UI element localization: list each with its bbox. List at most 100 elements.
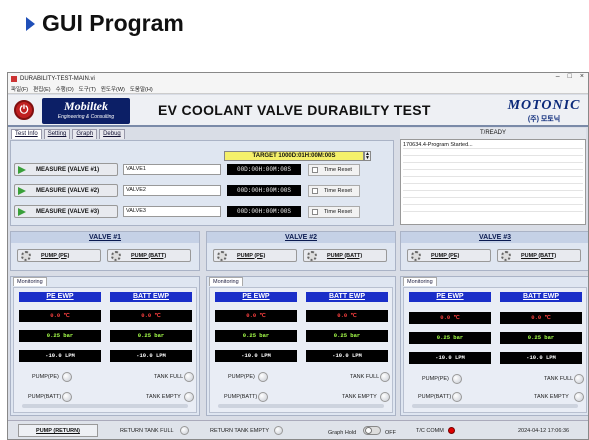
monitoring-content: PE EWP BATT EWP 0.0 ℃ 0.0 ℃ 0.25 bar 0.2… xyxy=(13,287,197,413)
gear-icon xyxy=(111,250,121,261)
pump-label: PUMP (PE) xyxy=(237,252,266,259)
menu-operate[interactable]: 수행(O) xyxy=(56,85,74,93)
horizontal-scrollbar[interactable] xyxy=(22,404,188,408)
menu-tools[interactable]: 도구(T) xyxy=(79,85,96,93)
gear-icon xyxy=(307,250,317,261)
valve-2-name-input[interactable]: VALVE2 xyxy=(123,185,221,196)
batt-temp-display: 0.0 ℃ xyxy=(500,312,582,324)
return-tank-empty-label: RETURN TANK EMPTY xyxy=(210,428,270,434)
tab-monitoring[interactable]: Monitoring xyxy=(209,277,243,286)
measure-valve-3-button[interactable]: MEASURE (VALVE #3) xyxy=(14,205,118,218)
window-title: DURABILITY-TEST-MAIN.vi xyxy=(20,75,95,82)
pump-return-button[interactable]: PUMP (RETURN) xyxy=(18,424,98,437)
close-icon[interactable]: × xyxy=(580,73,584,80)
target-spinner[interactable]: ▲ ▼ xyxy=(364,151,371,161)
tank-full-led xyxy=(184,372,194,382)
pump-pe-led xyxy=(452,374,462,384)
log-line-empty xyxy=(403,170,583,177)
header-banner: ⏻ Mobiltek Engineering & Consulting EV C… xyxy=(8,95,588,127)
brand-right-sub: (주) 모토닉 xyxy=(527,116,561,123)
valve-2-monitoring-panel: Monitoring PE EWP BATT EWP 0.0 ℃ 0.0 ℃ 0… xyxy=(206,276,396,416)
graph-hold-toggle[interactable] xyxy=(363,426,381,435)
valve-3-pump-batt-button[interactable]: PUMP (BATT) xyxy=(497,249,581,262)
measure-label: MEASURE (VALVE #1) xyxy=(36,166,100,173)
toggle-knob xyxy=(365,427,372,434)
pump-pe-led xyxy=(62,372,72,382)
bullet-triangle-icon xyxy=(26,16,35,31)
valve-2-title: VALVE #2 xyxy=(207,232,395,243)
pe-pressure-display: 0.25 bar xyxy=(409,332,491,344)
valve-2-pump-batt-button[interactable]: PUMP (BATT) xyxy=(303,249,387,262)
return-tank-full-label: RETURN TANK FULL xyxy=(120,428,174,434)
tab-monitoring[interactable]: Monitoring xyxy=(13,277,47,286)
tank-empty-led xyxy=(574,392,584,402)
window-titlebar: DURABILITY-TEST-MAIN.vi – □ × xyxy=(8,73,588,84)
brand-left-sub: Engineering & Consulting xyxy=(57,114,115,120)
datetime-display: 2024-04-12 17:06:36 xyxy=(518,428,570,434)
pump-batt-led xyxy=(452,392,462,402)
valve-2-time-reset-button[interactable]: Time Reset xyxy=(308,185,360,197)
pe-flow-display: -10.0 LPM xyxy=(215,350,297,362)
tank-empty-indicator-label: TANK EMPTY xyxy=(342,394,377,400)
log-line-empty xyxy=(403,191,583,198)
log-line-empty xyxy=(403,163,583,170)
valve-1-name-input[interactable]: VALVE1 xyxy=(123,164,221,175)
pump-label: PUMP (BATT) xyxy=(131,252,167,259)
batt-flow-display: -10.0 LPM xyxy=(306,350,388,362)
tab-test-info[interactable]: Test Info xyxy=(11,129,42,139)
minimize-icon[interactable]: – xyxy=(556,73,560,80)
log-line-empty xyxy=(403,205,583,212)
horizontal-scrollbar[interactable] xyxy=(218,404,384,408)
bottom-status-bar: PUMP (RETURN) RETURN TANK FULL RETURN TA… xyxy=(8,420,588,439)
play-arrow-icon xyxy=(18,165,26,174)
tab-setting[interactable]: Setting xyxy=(43,129,71,139)
valve-3-title: VALVE #3 xyxy=(401,232,588,243)
tab-monitoring[interactable]: Monitoring xyxy=(403,277,437,286)
pump-label: PUMP (PE) xyxy=(41,252,70,259)
checkbox-icon xyxy=(312,188,318,194)
valve-3-time-reset-button[interactable]: Time Reset xyxy=(308,206,360,218)
measure-valve-2-button[interactable]: MEASURE (VALVE #2) xyxy=(14,184,118,197)
gear-icon xyxy=(217,250,227,261)
menu-window[interactable]: 윈도우(W) xyxy=(101,85,125,93)
checkbox-icon xyxy=(312,167,318,173)
valve-2-pump-pe-button[interactable]: PUMP (PE) xyxy=(213,249,297,262)
valve-1-pump-batt-button[interactable]: PUMP (BATT) xyxy=(107,249,191,262)
valve-2-panel: VALVE #2 PUMP (PE) PUMP (BATT) xyxy=(206,231,396,271)
measure-label: MEASURE (VALVE #2) xyxy=(36,187,100,194)
log-listbox[interactable]: 170634.4-Program Started... xyxy=(400,139,586,225)
batt-ewp-header: BATT EWP xyxy=(500,292,582,302)
mobiltek-logo: Mobiltek Engineering & Consulting xyxy=(42,98,130,124)
pe-ewp-header: PE EWP xyxy=(215,292,297,302)
gear-icon xyxy=(501,250,511,261)
monitoring-content: PE EWP BATT EWP 0.0 ℃ 0.0 ℃ 0.25 bar 0.2… xyxy=(403,287,587,413)
valve-1-time-reset-button[interactable]: Time Reset xyxy=(308,164,360,176)
tank-empty-indicator-label: TANK EMPTY xyxy=(534,394,569,400)
tab-graph[interactable]: Graph xyxy=(72,129,98,139)
tab-debug[interactable]: Debug xyxy=(99,129,125,139)
pe-ewp-header: PE EWP xyxy=(409,292,491,302)
tank-empty-led xyxy=(184,392,194,402)
tank-full-indicator-label: TANK FULL xyxy=(350,374,380,380)
menu-file[interactable]: 파일(F) xyxy=(11,85,28,93)
brand-right-name: MOTONIC xyxy=(507,98,581,113)
menu-help[interactable]: 도움말(H) xyxy=(130,85,153,93)
status-label: T/READY xyxy=(400,128,586,139)
horizontal-scrollbar[interactable] xyxy=(412,404,578,408)
power-icon[interactable]: ⏻ xyxy=(14,100,34,120)
maximize-icon[interactable]: □ xyxy=(568,73,572,80)
measure-valve-1-button[interactable]: MEASURE (VALVE #1) xyxy=(14,163,118,176)
valve-3-name-input[interactable]: VALVE3 xyxy=(123,206,221,217)
valve-1-pump-pe-button[interactable]: PUMP (PE) xyxy=(17,249,101,262)
pe-pressure-display: 0.25 bar xyxy=(215,330,297,342)
menu-edit[interactable]: 편집(E) xyxy=(33,85,50,93)
tank-full-led xyxy=(574,374,584,384)
graph-hold-label: Graph Hold xyxy=(328,430,357,436)
valve-3-pump-pe-button[interactable]: PUMP (PE) xyxy=(407,249,491,262)
batt-pressure-display: 0.25 bar xyxy=(110,330,192,342)
reset-label: Time Reset xyxy=(324,167,352,173)
pump-pe-indicator-label: PUMP(PE) xyxy=(422,376,449,382)
pump-label: PUMP (BATT) xyxy=(521,252,557,259)
log-line-empty xyxy=(403,149,583,156)
slide-title-text: GUI Program xyxy=(42,10,184,36)
